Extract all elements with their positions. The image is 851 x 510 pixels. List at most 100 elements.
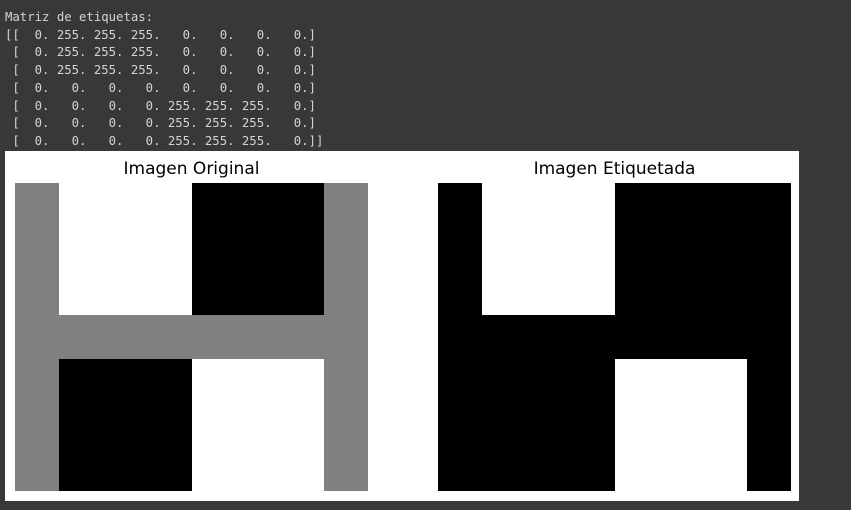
matrix-row: [ 0. 0. 0. 0. 0. 0. 0. 0.]	[5, 80, 316, 95]
image-pixel	[59, 271, 104, 315]
image-pixel	[59, 447, 104, 491]
image-pixel	[438, 183, 483, 227]
image-pixel	[702, 403, 747, 447]
image-pixel	[323, 359, 368, 403]
image-pixel	[15, 183, 60, 227]
image-pixel	[482, 183, 527, 227]
matrix-row: [ 0. 0. 0. 0. 255. 255. 255. 0.]	[5, 98, 316, 113]
image-pixel	[570, 271, 615, 315]
image-pixel	[59, 359, 104, 403]
image-pixel	[746, 315, 791, 359]
image-pixel	[482, 315, 527, 359]
image-pixel	[191, 447, 236, 491]
image-pixel	[526, 227, 571, 271]
image-pixel	[147, 447, 192, 491]
image-pixel	[438, 403, 483, 447]
image-pixel	[614, 359, 659, 403]
image-pixel	[658, 403, 703, 447]
labeled-image-grid	[438, 183, 791, 491]
image-pixel	[658, 183, 703, 227]
image-pixel	[482, 403, 527, 447]
image-pixel	[526, 403, 571, 447]
image-pixel	[323, 271, 368, 315]
image-pixel	[746, 403, 791, 447]
image-pixel	[658, 227, 703, 271]
image-pixel	[482, 271, 527, 315]
image-pixel	[235, 359, 280, 403]
labeled-image-title: Imagen Etiquetada	[533, 159, 696, 179]
image-pixel	[103, 315, 148, 359]
image-pixel	[702, 183, 747, 227]
image-pixel	[570, 359, 615, 403]
image-pixel	[746, 359, 791, 403]
image-pixel	[323, 183, 368, 227]
image-pixel	[438, 227, 483, 271]
image-pixel	[147, 359, 192, 403]
image-pixel	[614, 403, 659, 447]
label-matrix-output: Matriz de etiquetas: [[ 0. 255. 255. 255…	[5, 9, 323, 151]
image-pixel	[191, 403, 236, 447]
image-pixel	[15, 403, 60, 447]
image-pixel	[59, 227, 104, 271]
image-pixel	[235, 183, 280, 227]
image-pixel	[438, 315, 483, 359]
matrix-row: [ 0. 0. 0. 0. 255. 255. 255. 0.]]	[5, 133, 324, 148]
image-pixel	[279, 271, 324, 315]
image-pixel	[658, 359, 703, 403]
matrix-row: [ 0. 255. 255. 255. 0. 0. 0. 0.]	[5, 63, 316, 78]
image-pixel	[279, 183, 324, 227]
image-pixel	[279, 447, 324, 491]
image-pixel	[103, 183, 148, 227]
image-pixel	[191, 271, 236, 315]
image-pixel	[702, 359, 747, 403]
image-pixel	[147, 183, 192, 227]
image-pixel	[191, 359, 236, 403]
image-pixel	[323, 447, 368, 491]
image-pixel	[526, 271, 571, 315]
matrix-row: [ 0. 0. 0. 0. 255. 255. 255. 0.]	[5, 116, 316, 131]
image-pixel	[279, 315, 324, 359]
image-pixel	[746, 183, 791, 227]
image-pixel	[482, 227, 527, 271]
matrix-row: [ 0. 255. 255. 255. 0. 0. 0. 0.]	[5, 45, 316, 60]
image-pixel	[438, 271, 483, 315]
image-pixel	[526, 447, 571, 491]
image-pixel	[746, 447, 791, 491]
image-pixel	[103, 271, 148, 315]
image-pixel	[15, 359, 60, 403]
image-pixel	[279, 227, 324, 271]
image-pixel	[746, 227, 791, 271]
image-pixel	[702, 315, 747, 359]
image-pixel	[658, 447, 703, 491]
image-pixel	[570, 183, 615, 227]
image-pixel	[570, 227, 615, 271]
image-pixel	[614, 447, 659, 491]
image-pixel	[191, 183, 236, 227]
image-pixel	[279, 403, 324, 447]
image-pixel	[15, 227, 60, 271]
image-pixel	[746, 271, 791, 315]
image-pixel	[570, 447, 615, 491]
image-pixel	[103, 227, 148, 271]
matrix-row: [[ 0. 255. 255. 255. 0. 0. 0. 0.]	[5, 27, 316, 42]
image-pixel	[614, 315, 659, 359]
image-pixel	[702, 447, 747, 491]
image-pixel	[147, 315, 192, 359]
image-pixel	[235, 227, 280, 271]
output-header: Matriz de etiquetas:	[5, 10, 154, 24]
image-pixel	[526, 359, 571, 403]
image-pixel	[323, 403, 368, 447]
image-pixel	[614, 271, 659, 315]
image-pixel	[235, 271, 280, 315]
original-image	[15, 183, 368, 491]
image-pixel	[235, 315, 280, 359]
image-pixel	[15, 271, 60, 315]
image-pixel	[438, 447, 483, 491]
original-image-title: Imagen Original	[123, 159, 260, 179]
image-pixel	[147, 403, 192, 447]
image-pixel	[59, 403, 104, 447]
image-pixel	[323, 315, 368, 359]
image-pixel	[59, 315, 104, 359]
image-pixel	[658, 315, 703, 359]
image-pixel	[658, 271, 703, 315]
